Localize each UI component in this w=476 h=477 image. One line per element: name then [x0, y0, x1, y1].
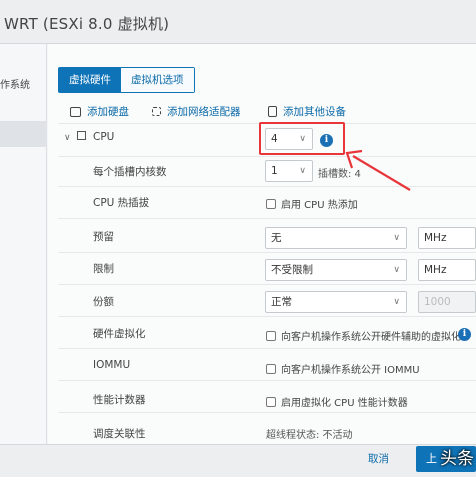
- chevron-down-icon: ∨: [393, 265, 400, 275]
- checkbox-box[interactable]: [266, 396, 276, 407]
- chevron-down-icon: ∨: [299, 166, 306, 176]
- dialog-footer: [0, 444, 476, 477]
- reservation-select[interactable]: 无 ∨: [265, 227, 407, 249]
- row-divider: [58, 316, 476, 317]
- nav-item-os[interactable]: 作系统: [0, 76, 47, 91]
- checkbox-box[interactable]: [266, 198, 276, 209]
- shares-label: 份额: [93, 296, 114, 308]
- limit-value: 不受限制: [271, 264, 313, 276]
- reservation-unit: MHz: [424, 232, 447, 244]
- iommu-text: 向客户机操作系统公开 IOMMU: [281, 365, 420, 376]
- shares-number: 1000: [424, 296, 451, 308]
- hardware-virtualization-label: 硬件虚拟化: [93, 328, 146, 340]
- performance-counters-text: 启用虚拟化 CPU 性能计数器: [281, 398, 408, 409]
- shares-value: 正常: [271, 296, 292, 308]
- limit-unit-select[interactable]: MHz: [418, 259, 476, 281]
- row-divider: [58, 284, 476, 285]
- collapse-chevron-icon[interactable]: ∨: [64, 133, 71, 143]
- row-divider: [58, 380, 476, 381]
- reservation-label: 预留: [93, 231, 114, 243]
- highlight-annotation-box: [259, 122, 345, 155]
- reservation-value: 无: [271, 232, 282, 244]
- row-divider: [58, 218, 476, 219]
- shares-number-input: 1000: [418, 291, 476, 313]
- hardware-virtualization-text: 向客户机操作系统公开硬件辅助的虚拟化: [281, 332, 461, 343]
- tab-virtual-hardware[interactable]: 虚拟硬件: [59, 68, 121, 92]
- cancel-button[interactable]: 取消: [368, 451, 389, 466]
- row-divider: [58, 348, 476, 349]
- info-icon[interactable]: i: [458, 328, 471, 341]
- network-adapter-icon: [152, 107, 161, 116]
- limit-unit: MHz: [424, 264, 447, 276]
- add-nic-button[interactable]: 添加网络适配器: [152, 104, 264, 119]
- row-divider: [58, 412, 476, 413]
- cores-value: 1: [271, 165, 278, 177]
- cores-per-socket-select[interactable]: 1 ∨: [265, 160, 313, 182]
- add-nic-label: 添加网络适配器: [167, 106, 241, 118]
- hardware-toolbar: 添加硬盘 添加网络适配器 添加其他设备: [70, 104, 346, 119]
- watermark-logo: 头条: [440, 449, 474, 469]
- iommu-checkbox[interactable]: 向客户机操作系统公开 IOMMU: [266, 361, 420, 376]
- cores-per-socket-label: 每个插槽内核数: [93, 166, 167, 178]
- cpu-hot-add-checkbox[interactable]: 启用 CPU 热添加: [266, 196, 358, 211]
- window-titlebar: WRT (ESXi 8.0 虚拟机): [0, 0, 476, 44]
- limit-label: 限制: [93, 263, 114, 275]
- add-disk-button[interactable]: 添加硬盘: [70, 104, 152, 119]
- checkbox-box[interactable]: [266, 363, 276, 374]
- checkbox-box[interactable]: [266, 330, 276, 341]
- reservation-unit-select[interactable]: MHz: [418, 227, 476, 249]
- add-other-device-button[interactable]: 添加其他设备: [268, 104, 346, 119]
- hardware-virtualization-checkbox[interactable]: 向客户机操作系统公开硬件辅助的虚拟化: [266, 328, 461, 343]
- tab-vm-options[interactable]: 虚拟机选项: [121, 68, 194, 92]
- cpu-label: CPU: [93, 131, 115, 143]
- settings-tabs: 虚拟硬件 虚拟机选项: [58, 67, 195, 93]
- limit-select[interactable]: 不受限制 ∨: [265, 259, 407, 281]
- row-divider: [58, 252, 476, 253]
- nav-item-selected[interactable]: [0, 121, 47, 147]
- iommu-label: IOMMU: [93, 359, 131, 371]
- sockets-text: 插槽数: 4: [318, 169, 361, 180]
- add-disk-label: 添加硬盘: [87, 106, 129, 118]
- disk-icon: [70, 106, 81, 117]
- window-title: WRT (ESXi 8.0 虚拟机): [4, 15, 170, 33]
- scheduling-affinity-text: 超线程状态: 不活动: [266, 430, 353, 441]
- shares-select[interactable]: 正常 ∨: [265, 291, 407, 313]
- cpu-hot-add-text: 启用 CPU 热添加: [281, 200, 358, 211]
- cpu-icon: [77, 131, 86, 140]
- performance-counters-label: 性能计数器: [93, 394, 146, 406]
- chevron-down-icon: ∨: [393, 233, 400, 243]
- cpu-hotplug-label: CPU 热插拔: [93, 197, 150, 209]
- device-icon: [268, 106, 277, 117]
- row-divider: [58, 156, 476, 157]
- row-divider: [58, 186, 476, 187]
- left-navigation: 作系统: [0, 44, 47, 444]
- performance-counters-checkbox[interactable]: 启用虚拟化 CPU 性能计数器: [266, 394, 408, 409]
- chevron-down-icon: ∨: [393, 297, 400, 307]
- scheduling-affinity-label: 调度关联性: [93, 428, 146, 440]
- add-other-label: 添加其他设备: [283, 106, 346, 118]
